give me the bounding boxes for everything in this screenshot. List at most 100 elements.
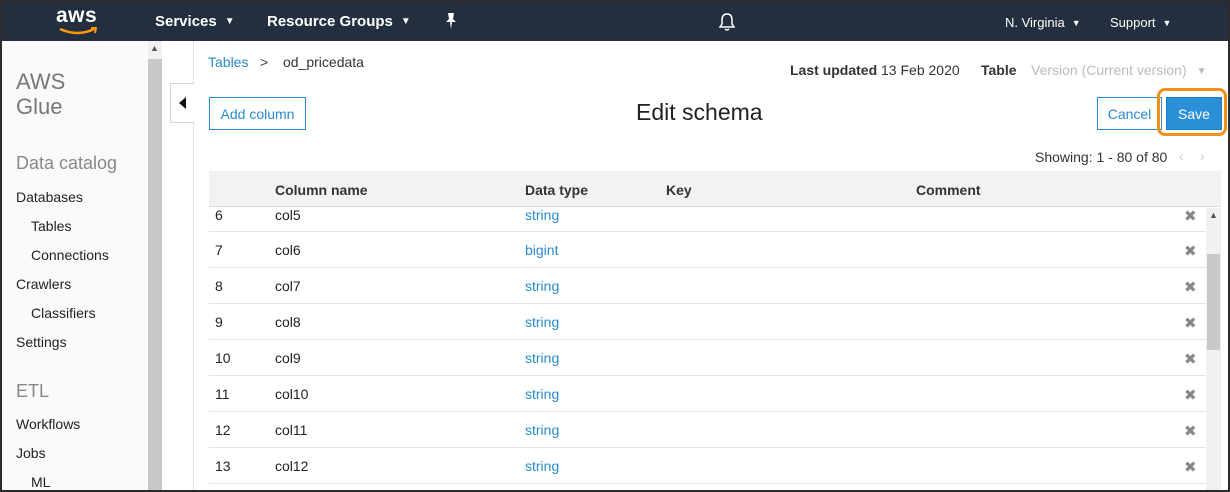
caret-left-icon: [179, 97, 186, 109]
schema-table-header: Column name Data type Key Comment: [209, 171, 1221, 207]
resource-groups-menu[interactable]: Resource Groups ▼: [267, 13, 411, 30]
column-name-cell[interactable]: col6: [275, 242, 301, 258]
sidebar-item-tables[interactable]: Tables: [31, 218, 71, 234]
bell-icon[interactable]: [718, 12, 736, 32]
collapse-sidebar-button[interactable]: [170, 83, 194, 123]
delete-column-icon[interactable]: ✖: [1184, 386, 1197, 404]
header-comment: Comment: [916, 182, 981, 198]
version-select-value: Version (Current version): [1031, 62, 1187, 78]
column-name-cell[interactable]: col7: [275, 278, 301, 294]
row-number: 8: [215, 278, 223, 294]
delete-column-icon[interactable]: ✖: [1184, 422, 1197, 440]
delete-column-icon[interactable]: ✖: [1184, 278, 1197, 296]
column-name-cell[interactable]: col11: [275, 422, 307, 438]
services-label: Services: [155, 13, 217, 30]
sidebar-item-connections[interactable]: Connections: [31, 247, 109, 263]
chevron-down-icon: ▼: [400, 16, 411, 27]
service-title-line1: AWS: [16, 69, 66, 94]
row-number: 11: [215, 386, 230, 402]
service-title: AWS Glue: [16, 69, 65, 119]
header-key: Key: [666, 182, 692, 198]
sidebar-item-workflows[interactable]: Workflows: [16, 416, 80, 432]
region-selector[interactable]: N. Virginia ▼: [1005, 15, 1081, 30]
sidebar-item-crawlers[interactable]: Crawlers: [16, 276, 71, 292]
section-etl: ETL: [16, 381, 50, 401]
chevron-down-icon: ▼: [1071, 18, 1081, 28]
next-page-icon[interactable]: ›: [1200, 148, 1205, 164]
save-button[interactable]: Save: [1166, 97, 1222, 130]
table-row: 10 col9 string ✖: [209, 340, 1206, 376]
row-number: 12: [215, 422, 231, 438]
sidebar-scrollbar[interactable]: ▲: [148, 41, 162, 490]
sidebar: AWS Glue Data catalog Databases Tables C…: [2, 41, 148, 490]
table-row: 8 col7 string ✖: [209, 268, 1206, 304]
column-name-cell[interactable]: col9: [275, 350, 301, 366]
sidebar-item-classifiers[interactable]: Classifiers: [31, 305, 96, 321]
aws-logo[interactable]: aws: [56, 5, 100, 37]
sidebar-item-jobs[interactable]: Jobs: [16, 445, 46, 461]
chevron-down-icon: ▼: [224, 16, 235, 27]
scroll-up-icon[interactable]: ▲: [1209, 210, 1218, 220]
app-frame: aws Services ▼ Resource Groups ▼ N. Virgin…: [0, 0, 1230, 492]
service-title-line2: Glue: [16, 94, 63, 119]
schema-table-body: 6 col5 string ✖ 7 col6 bigint ✖ 8 col7 string ✖ 9 col…: [209, 208, 1206, 490]
sidebar-item-ml[interactable]: ML: [31, 474, 50, 490]
pin-icon[interactable]: [443, 12, 459, 30]
table-row: 13 col12 string ✖: [209, 448, 1206, 484]
last-updated: Last updated 13 Feb 2020: [790, 62, 960, 78]
header-data-type: Data type: [525, 182, 589, 198]
page-title: Edit schema: [636, 99, 763, 125]
chevron-down-icon: ▼: [1196, 66, 1207, 77]
sidebar-item-settings[interactable]: Settings: [16, 334, 67, 350]
breadcrumb-current: od_pricedata: [283, 54, 364, 70]
row-number: 10: [215, 350, 231, 366]
pagination-status: Showing: 1 - 80 of 80: [1035, 149, 1168, 165]
data-type-link[interactable]: string: [525, 314, 559, 330]
breadcrumb-tables-link[interactable]: Tables: [208, 54, 248, 70]
chevron-down-icon: ▼: [1162, 18, 1172, 28]
table-row: 9 col8 string ✖: [209, 304, 1206, 340]
row-number: 6: [215, 208, 223, 223]
header-column-name: Column name: [275, 182, 368, 198]
sidebar-scroll-thumb[interactable]: [148, 59, 162, 490]
table-version-label: Table: [981, 62, 1017, 78]
column-name-cell[interactable]: col5: [275, 208, 301, 223]
delete-column-icon[interactable]: ✖: [1184, 458, 1197, 476]
data-type-link[interactable]: string: [525, 278, 559, 294]
aws-smile-icon: [59, 27, 98, 35]
row-number: 7: [215, 242, 223, 258]
data-type-link[interactable]: string: [525, 386, 559, 402]
table-scrollbar[interactable]: ▲: [1206, 208, 1221, 490]
data-type-link[interactable]: bigint: [525, 242, 558, 258]
version-select[interactable]: Version (Current version) ▼: [1031, 62, 1207, 78]
table-scroll-thumb[interactable]: [1207, 254, 1220, 350]
row-number: 13: [215, 458, 231, 474]
section-data-catalog: Data catalog: [16, 153, 118, 173]
column-name-cell[interactable]: col8: [275, 314, 301, 330]
aws-logo-text: aws: [56, 4, 98, 27]
services-menu[interactable]: Services ▼: [155, 13, 235, 30]
last-updated-label: Last updated: [790, 62, 878, 78]
last-updated-value: 13 Feb 2020: [881, 62, 960, 78]
cancel-button[interactable]: Cancel: [1097, 97, 1162, 130]
row-number: 9: [215, 314, 223, 330]
table-row: 12 col11 string ✖: [209, 412, 1206, 448]
column-name-cell[interactable]: col10: [275, 386, 308, 402]
data-type-link[interactable]: string: [525, 350, 559, 366]
delete-column-icon[interactable]: ✖: [1184, 350, 1197, 368]
column-name-cell[interactable]: col12: [275, 458, 308, 474]
resource-groups-label: Resource Groups: [267, 13, 393, 30]
data-type-link[interactable]: string: [525, 458, 559, 474]
support-label: Support: [1110, 15, 1156, 30]
data-type-link[interactable]: string: [525, 422, 559, 438]
sidebar-item-databases[interactable]: Databases: [16, 189, 83, 205]
delete-column-icon[interactable]: ✖: [1184, 314, 1197, 332]
data-type-link[interactable]: string: [525, 208, 559, 223]
prev-page-icon[interactable]: ‹: [1179, 148, 1184, 164]
delete-column-icon[interactable]: ✖: [1184, 208, 1197, 225]
delete-column-icon[interactable]: ✖: [1184, 242, 1197, 260]
add-column-button[interactable]: Add column: [209, 97, 306, 130]
scroll-up-icon[interactable]: ▲: [150, 43, 159, 53]
support-menu[interactable]: Support ▼: [1110, 15, 1171, 30]
breadcrumb-separator: >: [260, 54, 269, 70]
